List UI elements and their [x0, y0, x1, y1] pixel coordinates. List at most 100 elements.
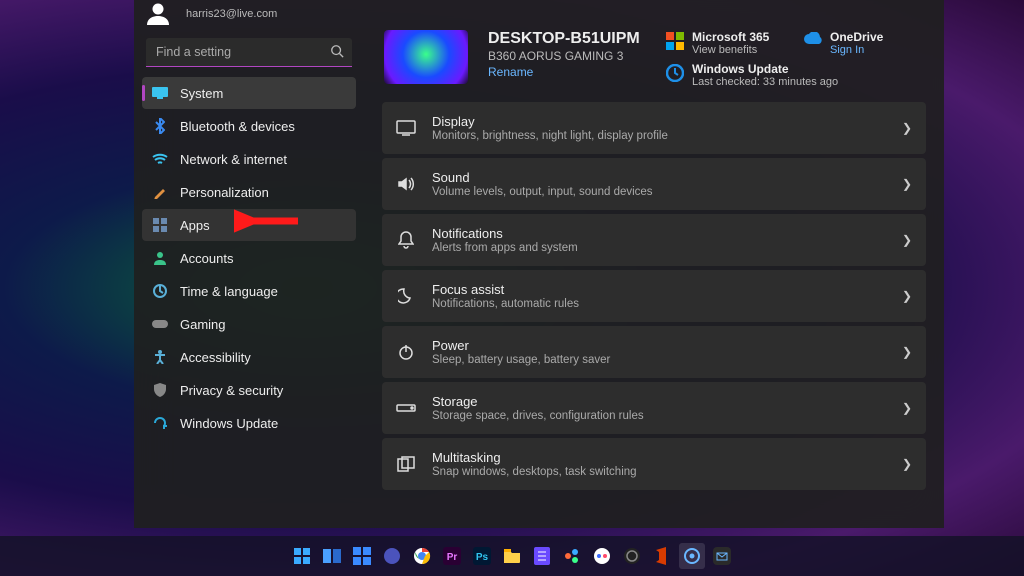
search-input[interactable]: [146, 38, 352, 67]
brush-icon: [152, 184, 168, 200]
device-name: DESKTOP-B51UIPM: [488, 30, 646, 48]
sidebar-item-system[interactable]: System: [142, 77, 356, 109]
sidebar-item-label: System: [180, 86, 223, 101]
taskbar-obs-icon[interactable]: [619, 543, 645, 569]
setting-sound[interactable]: SoundVolume levels, output, input, sound…: [382, 158, 926, 210]
promo-ms365[interactable]: Microsoft 365View benefits: [666, 30, 788, 56]
ms365-icon: [666, 32, 684, 50]
taskbar-photoshop-icon[interactable]: Ps: [469, 543, 495, 569]
sidebar: System Bluetooth & devices Network & inter…: [134, 28, 364, 528]
accessibility-icon: [152, 349, 168, 365]
user-email: harris23@live.com: [186, 8, 277, 20]
sidebar-item-label: Windows Update: [180, 416, 278, 431]
person-icon: [152, 250, 168, 266]
display-icon: [396, 118, 416, 138]
device-hero: DESKTOP-B51UIPM B360 AORUS GAMING 3 Rena…: [382, 28, 926, 102]
taskbar-vscode-icon[interactable]: [559, 543, 585, 569]
setting-title: Storage: [432, 394, 886, 409]
search-icon: [330, 44, 344, 63]
sidebar-item-bluetooth-devices[interactable]: Bluetooth & devices: [142, 110, 356, 142]
clock-globe-icon: [152, 283, 168, 299]
chevron-right-icon: ❯: [902, 401, 912, 415]
chevron-right-icon: ❯: [902, 289, 912, 303]
setting-title: Sound: [432, 170, 886, 185]
sidebar-item-label: Time & language: [180, 284, 278, 299]
drive-icon: [396, 398, 416, 418]
sidebar-item-gaming[interactable]: Gaming: [142, 308, 356, 340]
sidebar-item-label: Bluetooth & devices: [180, 119, 295, 134]
sidebar-item-label: Accessibility: [180, 350, 251, 365]
sidebar-item-label: Apps: [180, 218, 210, 233]
setting-subtitle: Volume levels, output, input, sound devi…: [432, 186, 886, 198]
rename-link[interactable]: Rename: [488, 65, 646, 79]
sidebar-item-privacy-security[interactable]: Privacy & security: [142, 374, 356, 406]
sidebar-item-network-internet[interactable]: Network & internet: [142, 143, 356, 175]
taskbar-teams-icon[interactable]: [379, 543, 405, 569]
taskbar: Pr Ps: [0, 536, 1024, 576]
wifi-icon: [152, 151, 168, 167]
taskbar-settings-icon[interactable]: [679, 543, 705, 569]
settings-window: harris23@live.com System Bluetooth & devi…: [134, 0, 944, 528]
sidebar-item-label: Gaming: [180, 317, 226, 332]
sidebar-item-time-language[interactable]: Time & language: [142, 275, 356, 307]
taskbar-task-view-icon[interactable]: [319, 543, 345, 569]
sound-icon: [396, 174, 416, 194]
taskbar-discord-icon[interactable]: [589, 543, 615, 569]
svg-text:Ps: Ps: [476, 552, 489, 563]
setting-storage[interactable]: StorageStorage space, drives, configurat…: [382, 382, 926, 434]
sidebar-item-label: Network & internet: [180, 152, 287, 167]
sidebar-item-accessibility[interactable]: Accessibility: [142, 341, 356, 373]
setting-subtitle: Monitors, brightness, night light, displ…: [432, 130, 886, 142]
sidebar-item-label: Privacy & security: [180, 383, 283, 398]
setting-title: Display: [432, 114, 886, 129]
setting-title: Focus assist: [432, 282, 886, 297]
multitask-icon: [396, 454, 416, 474]
sidebar-item-accounts[interactable]: Accounts: [142, 242, 356, 274]
setting-notifications[interactable]: NotificationsAlerts from apps and system…: [382, 214, 926, 266]
main-panel: DESKTOP-B51UIPM B360 AORUS GAMING 3 Rena…: [364, 28, 944, 528]
chevron-right-icon: ❯: [902, 233, 912, 247]
setting-multitasking[interactable]: MultitaskingSnap windows, desktops, task…: [382, 438, 926, 490]
moon-icon: [396, 286, 416, 306]
setting-subtitle: Sleep, battery usage, battery saver: [432, 354, 886, 366]
device-model: B360 AORUS GAMING 3: [488, 49, 646, 63]
taskbar-mail-icon[interactable]: [709, 543, 735, 569]
sidebar-item-personalization[interactable]: Personalization: [142, 176, 356, 208]
setting-display[interactable]: DisplayMonitors, brightness, night light…: [382, 102, 926, 154]
shield-icon: [152, 382, 168, 398]
taskbar-notes-icon[interactable]: [529, 543, 555, 569]
wallpaper-thumb: [384, 30, 468, 84]
gamepad-icon: [152, 316, 168, 332]
sidebar-item-label: Accounts: [180, 251, 233, 266]
svg-text:Pr: Pr: [447, 552, 458, 563]
chevron-right-icon: ❯: [902, 177, 912, 191]
onedrive-icon: [804, 32, 822, 50]
sidebar-item-apps[interactable]: Apps: [142, 209, 356, 241]
grid-icon: [152, 217, 168, 233]
promo-windows-update[interactable]: Windows UpdateLast checked: 33 minutes a…: [666, 62, 926, 88]
promo-onedrive[interactable]: OneDriveSign In: [804, 30, 926, 56]
setting-title: Multitasking: [432, 450, 886, 465]
bluetooth-icon: [152, 118, 168, 134]
setting-focus-assist[interactable]: Focus assistNotifications, automatic rul…: [382, 270, 926, 322]
sidebar-item-label: Personalization: [180, 185, 269, 200]
taskbar-widgets-icon[interactable]: [349, 543, 375, 569]
taskbar-start-icon[interactable]: [289, 543, 315, 569]
avatar[interactable]: [144, 4, 180, 24]
monitor-icon: [152, 85, 168, 101]
sidebar-item-windows-update[interactable]: Windows Update: [142, 407, 356, 439]
chevron-right-icon: ❯: [902, 345, 912, 359]
chevron-right-icon: ❯: [902, 457, 912, 471]
setting-subtitle: Alerts from apps and system: [432, 242, 886, 254]
taskbar-explorer-icon[interactable]: [499, 543, 525, 569]
setting-power[interactable]: PowerSleep, battery usage, battery saver…: [382, 326, 926, 378]
setting-title: Power: [432, 338, 886, 353]
update-icon: [666, 64, 684, 82]
taskbar-office-icon[interactable]: [649, 543, 675, 569]
chevron-right-icon: ❯: [902, 121, 912, 135]
update-icon: [152, 415, 168, 431]
setting-title: Notifications: [432, 226, 886, 241]
setting-subtitle: Notifications, automatic rules: [432, 298, 886, 310]
taskbar-premiere-icon[interactable]: Pr: [439, 543, 465, 569]
taskbar-chrome-icon[interactable]: [409, 543, 435, 569]
